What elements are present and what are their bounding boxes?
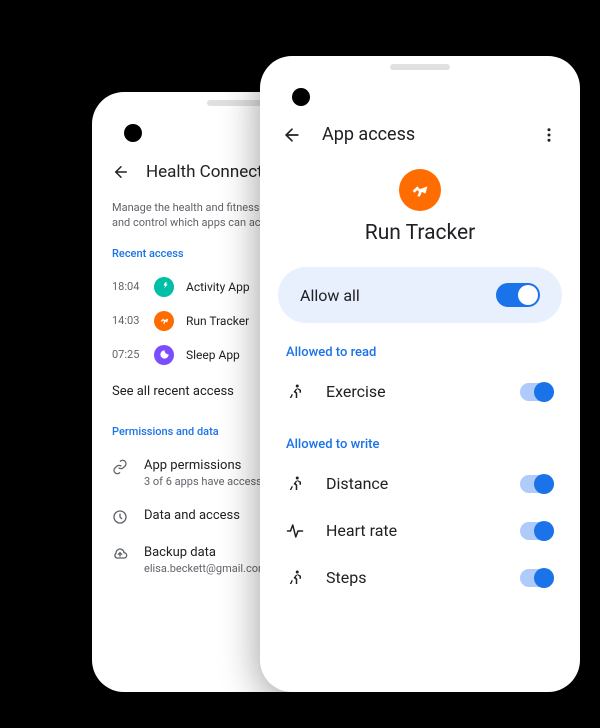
- page-title: App access: [322, 124, 415, 145]
- allowed-write-header: Allowed to write: [260, 415, 580, 460]
- run-tracker-icon: [399, 169, 441, 211]
- perm-row-distance[interactable]: Distance: [260, 460, 580, 507]
- camera-hole: [124, 124, 142, 142]
- perm-label: Steps: [326, 568, 366, 587]
- perm-row-heart-rate[interactable]: Heart rate: [260, 507, 580, 554]
- sleep-app-icon: [154, 345, 174, 365]
- app-brand: Run Tracker: [260, 157, 580, 267]
- allow-all-row[interactable]: Allow all: [278, 267, 562, 323]
- perm-label: Backup data: [144, 545, 268, 560]
- more-vertical-icon[interactable]: [540, 126, 558, 144]
- running-icon: [286, 475, 306, 493]
- perm-label: Exercise: [326, 382, 386, 401]
- recent-time: 18:04: [112, 280, 142, 293]
- exercise-toggle[interactable]: [520, 383, 554, 401]
- perm-sub: 3 of 6 apps have access: [144, 475, 262, 488]
- distance-toggle[interactable]: [520, 475, 554, 493]
- allow-all-label: Allow all: [300, 286, 360, 305]
- allowed-read-header: Allowed to read: [260, 323, 580, 368]
- steps-toggle[interactable]: [520, 569, 554, 587]
- recent-time: 14:03: [112, 314, 142, 327]
- link-icon: [112, 458, 130, 475]
- front-header: App access: [260, 112, 580, 157]
- cloud-icon: [112, 545, 130, 562]
- perm-label: Distance: [326, 474, 388, 493]
- phone-front: App access Run Tracker Allow all Allowed…: [260, 56, 580, 692]
- speaker-slit: [390, 64, 450, 70]
- camera-hole: [292, 88, 310, 106]
- app-access-screen: App access Run Tracker Allow all Allowed…: [260, 56, 580, 601]
- recent-app-name: Activity App: [186, 280, 250, 294]
- perm-sub: elisa.beckett@gmail.com: [144, 562, 268, 575]
- perm-label: Data and access: [144, 508, 240, 523]
- recent-time: 07:25: [112, 348, 142, 361]
- recent-app-name: Run Tracker: [186, 314, 249, 328]
- activity-app-icon: [154, 277, 174, 297]
- data-icon: [112, 508, 130, 525]
- page-title: Health Connect: [146, 162, 263, 182]
- run-tracker-icon: [154, 311, 174, 331]
- allow-all-toggle[interactable]: [496, 283, 540, 307]
- heart-rate-toggle[interactable]: [520, 522, 554, 540]
- app-name: Run Tracker: [365, 221, 476, 245]
- perm-row-steps[interactable]: Steps: [260, 554, 580, 601]
- back-arrow-icon[interactable]: [112, 163, 130, 181]
- recent-app-name: Sleep App: [186, 348, 240, 362]
- back-arrow-icon[interactable]: [282, 125, 302, 145]
- perm-label: App permissions: [144, 458, 262, 473]
- running-icon: [286, 383, 306, 401]
- speaker-slit: [207, 100, 267, 106]
- perm-row-exercise[interactable]: Exercise: [260, 368, 580, 415]
- pulse-icon: [286, 522, 306, 540]
- perm-label: Heart rate: [326, 521, 397, 540]
- running-icon: [286, 569, 306, 587]
